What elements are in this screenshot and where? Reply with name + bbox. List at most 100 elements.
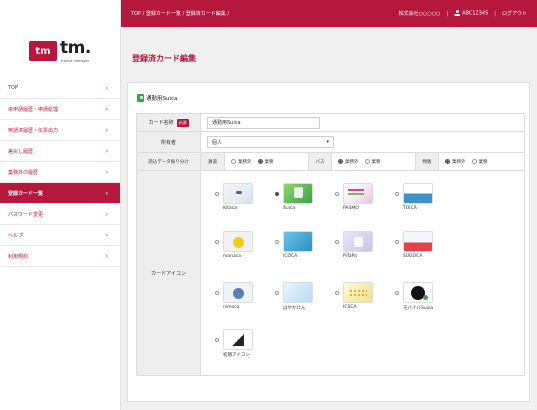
card-title: 通勤用Suica <box>146 96 178 102</box>
sidebar-item-help[interactable]: ヘルプ › <box>0 225 120 246</box>
company-name: 株式会社○○○○○ <box>398 11 441 17</box>
goods-option-nonbusiness[interactable]: 業務外 <box>445 159 466 165</box>
sidebar-item-applied[interactable]: 申請済履歴・伝票出力 › <box>0 120 120 141</box>
icon-option-label: ICOCA <box>283 254 298 259</box>
kitaca-card-icon <box>223 183 253 204</box>
icon-option-label: nimoca <box>223 305 240 310</box>
radio-icon <box>335 192 339 196</box>
top-bar: TOP / 登録カード一覧 / 登録済カード編集 / 株式会社○○○○○ | A… <box>121 0 537 27</box>
user-id: ABC12345 <box>462 10 489 17</box>
icon-option-mobile-suica[interactable]: モバイルSuica <box>395 278 457 318</box>
icon-option-label: PiTaPa <box>343 254 357 259</box>
icsca-card-icon <box>343 282 373 303</box>
radio-icon <box>471 159 477 164</box>
radio-icon <box>395 192 399 196</box>
owner-select[interactable]: 個人 ▾ <box>207 136 334 148</box>
icon-option-label: Suica <box>283 206 296 211</box>
rail-option-nonbusiness[interactable]: 業務外 <box>231 159 252 165</box>
goods-label: 物販 <box>415 153 439 170</box>
user-icon <box>454 10 461 17</box>
goods-option-business[interactable]: 業務 <box>471 159 488 165</box>
icon-option-suica[interactable]: Suica <box>275 179 337 219</box>
card-name-row: カード名称 必須 通勤用Suica <box>136 113 525 132</box>
divider: | <box>494 10 496 17</box>
card-icon-grid: Kitaca Suica PASMO TOICA manaca ICOCA Pi… <box>201 171 524 375</box>
sidebar-item-terms[interactable]: 利用規約 › <box>0 246 120 267</box>
icon-option-pitapa[interactable]: PiTaPa <box>335 227 397 267</box>
chevron-right-icon: › <box>105 210 108 218</box>
card-icon-row: カードアイコン Kitaca Suica PASMO TOICA manaca … <box>136 171 525 376</box>
rail-options: 業務外 業務 <box>225 153 308 170</box>
user-info: ABC12345 <box>454 10 488 17</box>
chevron-right-icon: › <box>105 147 108 155</box>
icon-option-toica[interactable]: TOICA <box>395 179 457 219</box>
sidebar-item-nonbusiness[interactable]: 業務外の履歴 › <box>0 162 120 183</box>
icon-option-icoca[interactable]: ICOCA <box>275 227 337 267</box>
icon-option-label: PASMO <box>343 206 359 211</box>
logo-area: tm tm. transit manager <box>0 0 120 78</box>
chevron-right-icon: › <box>105 84 108 92</box>
radio-icon <box>335 291 339 295</box>
page-title: 登録済カード編集 <box>132 54 196 63</box>
top-bar-right: 株式会社○○○○○ | ABC12345 | ログアウト <box>399 10 527 17</box>
bus-label: バス <box>308 153 332 170</box>
sidebar-item-label: 登録カード一覧 <box>8 190 44 197</box>
icon-option-icsca[interactable]: ICSCA <box>335 278 397 318</box>
sidebar-item-returned[interactable]: 差戻し履歴 › <box>0 141 120 162</box>
icon-option-pasmo[interactable]: PASMO <box>335 179 397 219</box>
chevron-right-icon: › <box>105 231 108 239</box>
sidebar: tm tm. transit manager TOP › 未申請履歴・申請処理 › … <box>0 0 121 410</box>
radio-label: 業務 <box>371 159 381 165</box>
bus-option-business[interactable]: 業務 <box>364 159 381 165</box>
radio-icon <box>395 240 399 244</box>
required-badge: 必須 <box>176 118 189 127</box>
sidebar-item-password[interactable]: パスワード変更 › <box>0 204 120 225</box>
icon-option-sugoca[interactable]: SUGOCA <box>395 227 457 267</box>
sidebar-item-top[interactable]: TOP › <box>0 78 120 99</box>
rail-label: 鉄道 <box>201 153 225 170</box>
radio-icon <box>364 159 370 164</box>
radio-selected-icon <box>257 159 263 164</box>
owner-value: 個人 <box>212 139 223 146</box>
chevron-right-icon: › <box>105 189 108 197</box>
suica-card-icon <box>283 183 313 204</box>
sidebar-item-label: TOP <box>8 85 19 91</box>
radio-label: 業務 <box>478 159 488 165</box>
card-name-input[interactable]: 通勤用Suica <box>207 116 320 129</box>
icon-option-label: はやかけん <box>283 306 306 311</box>
mobile-suica-icon <box>403 282 433 303</box>
hayakaken-card-icon <box>283 282 313 303</box>
sidebar-item-label: 業務外の履歴 <box>8 169 39 176</box>
card-icon <box>137 94 144 102</box>
owner-cell: 個人 ▾ <box>201 132 524 152</box>
sugoca-card-icon <box>403 231 433 252</box>
logout-link[interactable]: ログアウト <box>502 10 527 17</box>
icon-option-label: モバイルSuica <box>403 306 434 311</box>
pasmo-card-icon <box>343 183 373 204</box>
sidebar-item-label: パスワード変更 <box>8 211 44 218</box>
icon-option-default[interactable]: 初期アイコン <box>215 325 277 365</box>
icon-option-hayakaken[interactable]: はやかけん <box>275 278 337 318</box>
panel-header: 通勤用Suica <box>128 83 529 113</box>
sidebar-item-unapplied[interactable]: 未申請履歴・申請処理 › <box>0 99 120 120</box>
radio-selected-icon <box>338 159 343 164</box>
icon-option-kitaca[interactable]: Kitaca <box>215 179 277 219</box>
breadcrumb[interactable]: TOP / 登録カード一覧 / 登録済カード編集 / <box>131 10 399 17</box>
logo-mark: tm <box>29 41 57 61</box>
chevron-right-icon: › <box>105 126 108 134</box>
radio-label: 業務外 <box>452 159 466 165</box>
radio-icon <box>215 291 219 295</box>
owner-row: 所有者 個人 ▾ <box>136 132 525 153</box>
goods-options: 業務外 業務 <box>439 153 522 170</box>
card-edit-form: カード名称 必須 通勤用Suica 所有者 個人 ▾ 読込データ振り分け 鉄道 … <box>136 113 525 376</box>
icon-option-label: TOICA <box>403 206 417 211</box>
sidebar-item-cards[interactable]: 登録カード一覧 › <box>0 183 120 204</box>
card-name-label-text: カード名称 <box>148 120 174 126</box>
radio-icon <box>275 240 279 244</box>
bus-option-nonbusiness[interactable]: 業務外 <box>338 159 359 165</box>
radio-icon <box>231 159 236 164</box>
icon-option-manaca[interactable]: manaca <box>215 227 277 267</box>
icon-option-nimoca[interactable]: nimoca <box>215 278 277 318</box>
rail-option-business[interactable]: 業務 <box>257 159 274 165</box>
sidebar-item-label: 申請済履歴・伝票出力 <box>8 127 59 134</box>
